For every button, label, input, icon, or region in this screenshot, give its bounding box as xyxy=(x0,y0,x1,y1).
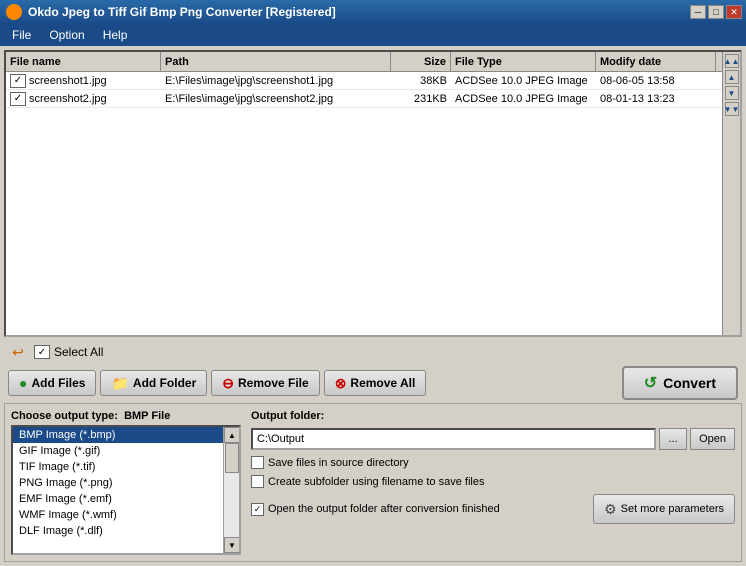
option-checkbox-0[interactable] xyxy=(251,456,264,469)
select-all-label[interactable]: Select All xyxy=(34,345,103,359)
option-checkbox-2[interactable] xyxy=(251,503,264,516)
title-bar-content: Okdo Jpeg to Tiff Gif Bmp Png Converter … xyxy=(6,4,336,20)
remove-all-button[interactable]: ⊗ Remove All xyxy=(324,370,427,396)
option-row-2: Open the output folder after conversion … xyxy=(251,503,500,516)
file-list-container: File name Path Size File Type Modify dat… xyxy=(4,50,742,337)
app-icon xyxy=(6,4,22,20)
bottom-section: Choose output type: BMP File BMP Image (… xyxy=(4,403,742,562)
toolbar: ● Add Files 📁 Add Folder ⊖ Remove File ⊗… xyxy=(4,367,742,399)
list-scroll-down-button[interactable]: ▼ xyxy=(224,537,240,553)
add-files-icon: ● xyxy=(19,375,27,391)
output-type-list-content: BMP Image (*.bmp) GIF Image (*.gif) TIF … xyxy=(13,427,223,553)
open-folder-button[interactable]: Open xyxy=(690,428,735,450)
list-item[interactable]: EMF Image (*.emf) xyxy=(13,491,223,507)
col-header-type: File Type xyxy=(451,52,596,71)
col-header-name: File name xyxy=(6,52,161,71)
option-row-1: Create subfolder using filename to save … xyxy=(251,475,735,488)
window-controls: ─ □ ✕ xyxy=(690,5,742,19)
list-item[interactable]: TIF Image (*.tif) xyxy=(13,459,223,475)
file-cell-name-1: screenshot2.jpg xyxy=(6,91,161,107)
remove-file-icon: ⊖ xyxy=(222,375,234,392)
table-row: screenshot1.jpg E:\Files\image\jpg\scree… xyxy=(6,72,722,90)
option-row-0: Save files in source directory xyxy=(251,456,735,469)
table-row: screenshot2.jpg E:\Files\image\jpg\scree… xyxy=(6,90,722,108)
set-params-button[interactable]: ⚙ Set more parameters xyxy=(593,494,735,524)
title-bar: Okdo Jpeg to Tiff Gif Bmp Png Converter … xyxy=(0,0,746,24)
remove-file-button[interactable]: ⊖ Remove File xyxy=(211,370,319,396)
restore-button[interactable]: □ xyxy=(708,5,724,19)
minimize-button[interactable]: ─ xyxy=(690,5,706,19)
col-header-path: Path xyxy=(161,52,391,71)
output-type-label: Choose output type: BMP File xyxy=(11,410,241,422)
output-type-panel: Choose output type: BMP File BMP Image (… xyxy=(11,410,241,555)
output-folder-label: Output folder: xyxy=(251,410,735,422)
file-list-body: screenshot1.jpg E:\Files\image\jpg\scree… xyxy=(6,72,722,335)
menu-help[interactable]: Help xyxy=(95,26,136,44)
output-type-list: BMP Image (*.bmp) GIF Image (*.gif) TIF … xyxy=(11,425,241,555)
scroll-top-button[interactable]: ▲▲ xyxy=(725,54,739,68)
convert-icon: ↺ xyxy=(644,373,657,393)
file-list-header: File name Path Size File Type Modify dat… xyxy=(6,52,722,72)
file-checkbox-1[interactable] xyxy=(10,92,26,106)
scroll-down-button[interactable]: ▼ xyxy=(725,86,739,100)
file-cell-date-0: 08-06-05 13:58 xyxy=(596,74,716,88)
col-header-date: Modify date xyxy=(596,52,716,71)
browse-button[interactable]: ... xyxy=(659,428,687,450)
convert-button[interactable]: ↺ Convert xyxy=(622,366,738,400)
main-window: File name Path Size File Type Modify dat… xyxy=(0,46,746,566)
list-item[interactable]: PNG Image (*.png) xyxy=(13,475,223,491)
add-folder-icon: 📁 xyxy=(111,375,128,392)
remove-all-icon: ⊗ xyxy=(335,375,347,392)
title-text: Okdo Jpeg to Tiff Gif Bmp Png Converter … xyxy=(28,5,336,19)
gear-icon: ⚙ xyxy=(604,501,617,518)
scroll-up-button[interactable]: ▲ xyxy=(725,70,739,84)
bottom-row: Open the output folder after conversion … xyxy=(251,494,735,524)
file-cell-type-0: ACDSee 10.0 JPEG Image xyxy=(451,74,596,88)
list-item[interactable]: GIF Image (*.gif) xyxy=(13,443,223,459)
list-scrollbar: ▲ ▼ xyxy=(223,427,239,553)
file-cell-path-0: E:\Files\image\jpg\screenshot1.jpg xyxy=(161,74,391,88)
select-all-checkbox[interactable] xyxy=(34,345,50,359)
select-all-bar: ↩ Select All xyxy=(4,341,742,363)
file-checkbox-0[interactable] xyxy=(10,74,26,88)
file-cell-size-0: 38KB xyxy=(391,74,451,88)
option-checkbox-1[interactable] xyxy=(251,475,264,488)
scroll-bottom-button[interactable]: ▼▼ xyxy=(725,102,739,116)
file-cell-date-1: 08-01-13 13:23 xyxy=(596,92,716,106)
menu-option[interactable]: Option xyxy=(41,26,92,44)
file-list-inner: File name Path Size File Type Modify dat… xyxy=(6,52,722,335)
add-folder-button[interactable]: 📁 Add Folder xyxy=(100,370,207,396)
col-header-size: Size xyxy=(391,52,451,71)
list-scroll-thumb[interactable] xyxy=(225,443,239,473)
list-item[interactable]: WMF Image (*.wmf) xyxy=(13,507,223,523)
file-cell-size-1: 231KB xyxy=(391,92,451,106)
folder-row: ... Open xyxy=(251,428,735,450)
menu-bar: File Option Help xyxy=(0,24,746,46)
menu-file[interactable]: File xyxy=(4,26,39,44)
folder-path-input[interactable] xyxy=(251,428,656,450)
close-button[interactable]: ✕ xyxy=(726,5,742,19)
add-files-button[interactable]: ● Add Files xyxy=(8,370,96,396)
list-scroll-track xyxy=(224,443,239,537)
output-folder-panel: Output folder: ... Open Save files in so… xyxy=(251,410,735,555)
back-icon[interactable]: ↩ xyxy=(8,343,28,361)
file-cell-type-1: ACDSee 10.0 JPEG Image xyxy=(451,92,596,106)
scroll-buttons: ▲▲ ▲ ▼ ▼▼ xyxy=(722,52,740,335)
list-item[interactable]: DLF Image (*.dlf) xyxy=(13,523,223,539)
list-scroll-up-button[interactable]: ▲ xyxy=(224,427,240,443)
file-cell-path-1: E:\Files\image\jpg\screenshot2.jpg xyxy=(161,92,391,106)
list-item[interactable]: BMP Image (*.bmp) xyxy=(13,427,223,443)
file-cell-name-0: screenshot1.jpg xyxy=(6,73,161,89)
